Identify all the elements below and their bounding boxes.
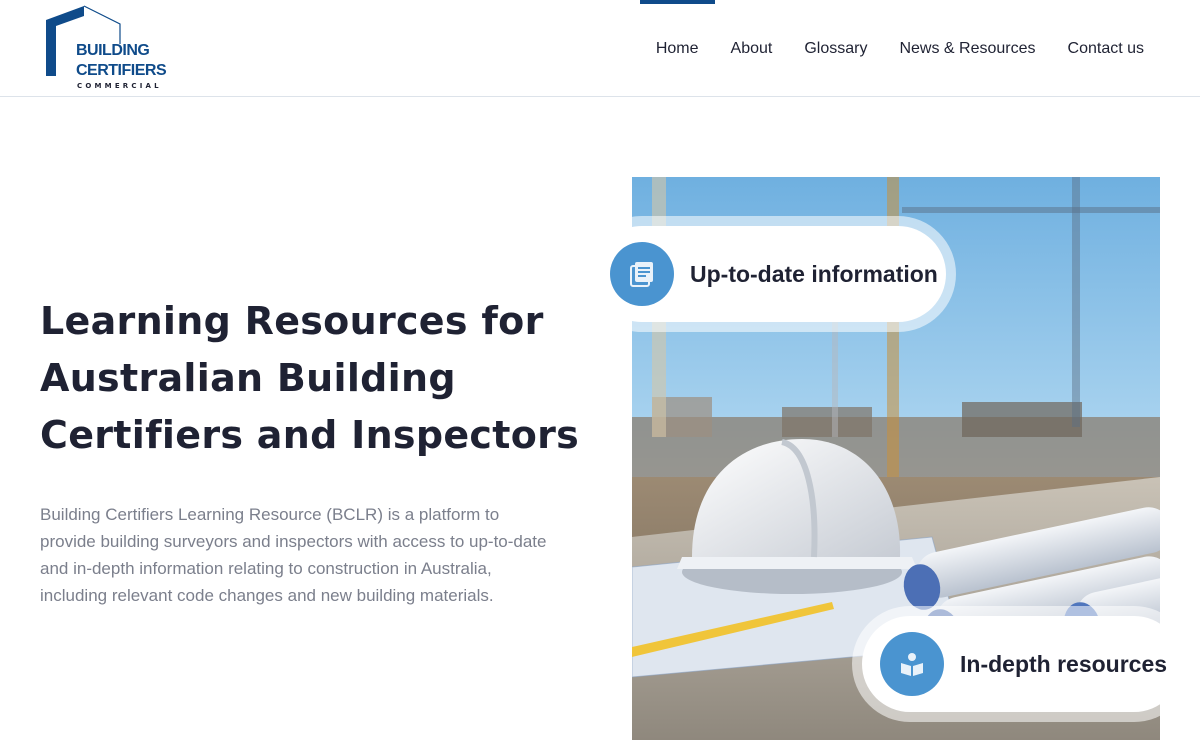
main-nav: Home About Glossary News & Resources Con… [639, 0, 1144, 97]
badge-label: Up-to-date information [690, 260, 938, 287]
badge-in-depth-resources: In-depth resources [862, 616, 1182, 712]
open-book-icon [880, 632, 944, 696]
logo-text-building: BUILDING [76, 42, 150, 59]
nav-about[interactable]: About [731, 0, 773, 97]
nav-home[interactable]: Home [639, 0, 715, 97]
site-logo[interactable]: BUILDING CERTIFIERS COMMERCIAL [44, 4, 174, 92]
hero-title-line-3: Certifiers and Inspectors [40, 413, 580, 457]
hero-title: Learning Resources for Australian Buildi… [40, 293, 600, 464]
logo-text-commercial: COMMERCIAL [77, 82, 162, 90]
logo-text-certifiers: CERTIFIERS [76, 62, 167, 79]
hero-title-line-2: Australian Building [40, 356, 456, 400]
hero-description: Building Certifiers Learning Resource (B… [40, 505, 547, 605]
site-header: BUILDING CERTIFIERS COMMERCIAL Home Abou… [0, 0, 1200, 97]
document-list-icon [610, 242, 674, 306]
badge-up-to-date-information: Up-to-date information [594, 226, 946, 322]
hero-title-line-1: Learning Resources for [40, 299, 544, 343]
nav-news-resources[interactable]: News & Resources [899, 0, 1035, 97]
nav-glossary[interactable]: Glossary [804, 0, 867, 97]
badge-label: In-depth resources [960, 650, 1168, 677]
nav-contact-us[interactable]: Contact us [1068, 0, 1144, 97]
